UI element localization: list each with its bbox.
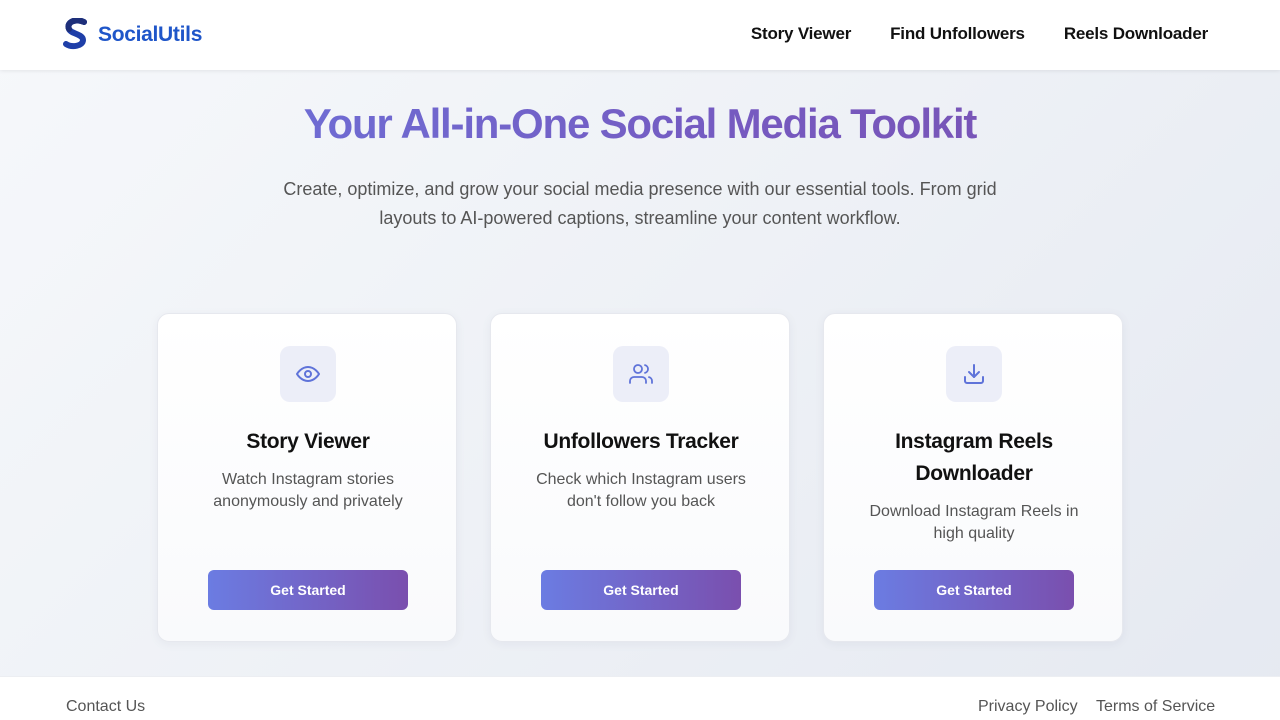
users-icon (629, 364, 653, 384)
brand-logo[interactable]: SocialUtils (62, 18, 202, 52)
get-started-button[interactable]: Get Started (541, 570, 741, 610)
card-reels-downloader: Instagram Reels Downloader Download Inst… (823, 313, 1123, 642)
card-icon-box (280, 346, 336, 402)
site-header: SocialUtils Story Viewer Find Unfollower… (0, 0, 1280, 70)
terms-of-service-link[interactable]: Terms of Service (1096, 698, 1215, 716)
privacy-policy-link[interactable]: Privacy Policy (978, 698, 1078, 716)
main-nav: Story Viewer Find Unfollowers Reels Down… (751, 24, 1208, 44)
eye-icon (296, 366, 320, 382)
site-footer: Contact Us Privacy Policy Terms of Servi… (0, 676, 1280, 720)
card-icon-box (613, 346, 669, 402)
brand-name: SocialUtils (98, 23, 203, 46)
nav-reels-downloader[interactable]: Reels Downloader (1064, 24, 1208, 44)
hero-subtitle: Create, optimize, and grow your social m… (283, 179, 997, 228)
card-title: Instagram Reels Downloader (895, 430, 1053, 485)
hero-title: Your All-in-One Social Media Toolkit (0, 100, 1280, 148)
card-description: Download Instagram Reels in high quality (869, 503, 1079, 542)
card-title: Story Viewer (246, 430, 370, 453)
contact-us-link[interactable]: Contact Us (66, 698, 145, 716)
card-icon-box (946, 346, 1002, 402)
card-story-viewer: Story Viewer Watch Instagram stories ano… (157, 313, 457, 642)
download-icon (964, 364, 984, 384)
card-description: Check which Instagram users don't follow… (536, 471, 746, 510)
nav-story-viewer[interactable]: Story Viewer (751, 24, 851, 44)
get-started-button[interactable]: Get Started (208, 570, 408, 610)
get-started-button[interactable]: Get Started (874, 570, 1074, 610)
card-description: Watch Instagram stories anonymously and … (213, 471, 403, 510)
nav-find-unfollowers[interactable]: Find Unfollowers (890, 24, 1025, 44)
card-unfollowers-tracker: Unfollowers Tracker Check which Instagra… (490, 313, 790, 642)
s-logo-icon (63, 18, 87, 50)
card-title: Unfollowers Tracker (543, 430, 739, 453)
